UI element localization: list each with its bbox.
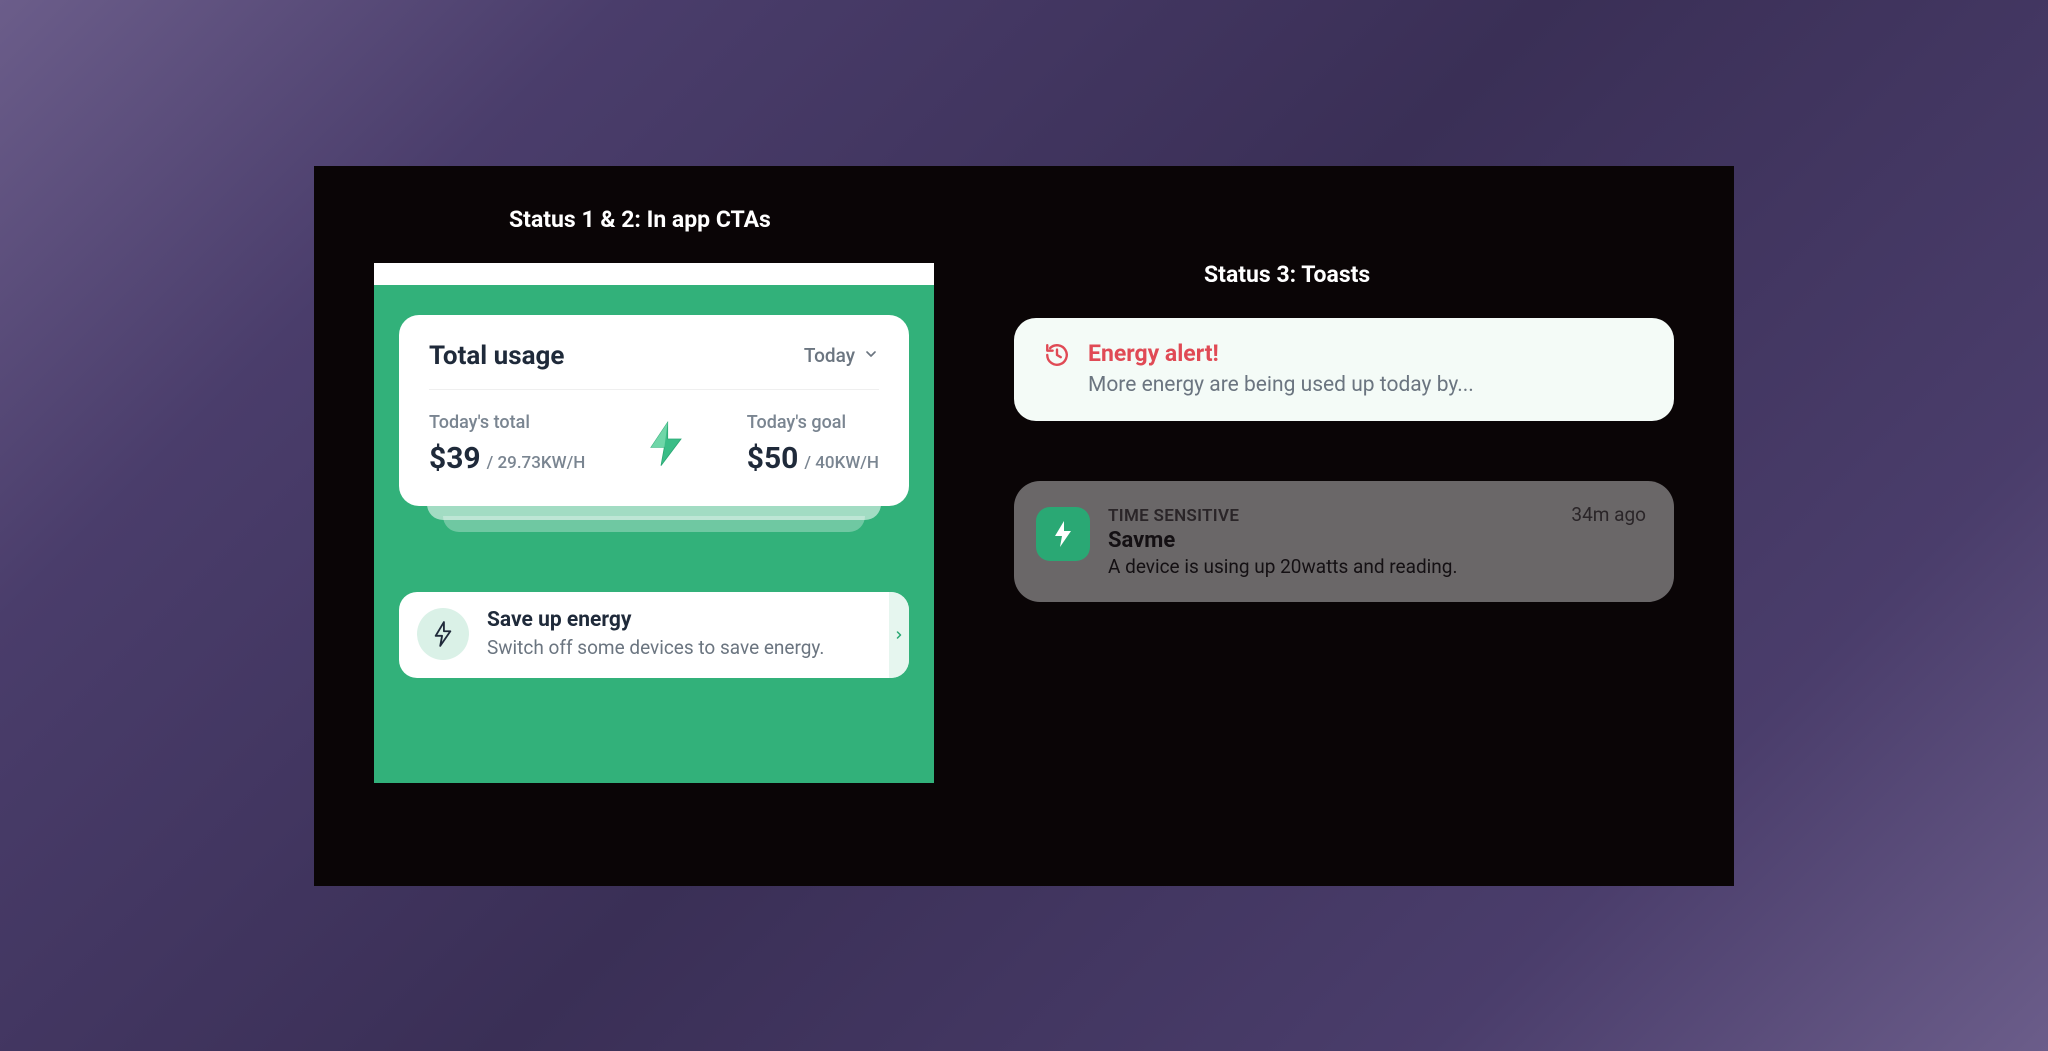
bolt-icon: [646, 420, 686, 468]
today-total-metric: Today's total $39 / 29.73KW/H: [429, 412, 585, 476]
usage-card-title: Total usage: [429, 341, 564, 371]
notification-time: 34m ago: [1571, 503, 1646, 526]
today-total-amount: $39: [429, 441, 481, 476]
energy-alert-toast[interactable]: Energy alert! More energy are being used…: [1014, 318, 1674, 421]
section-title-left: Status 1 & 2: In app CTAs: [374, 206, 954, 233]
period-selector-label: Today: [804, 344, 855, 367]
left-column: Status 1 & 2: In app CTAs Total usage To…: [374, 206, 954, 846]
alert-body: More energy are being used up today by..…: [1088, 373, 1474, 397]
usage-card-body: Today's total $39 / 29.73KW/H Toda: [429, 412, 879, 476]
alert-title: Energy alert!: [1088, 340, 1474, 367]
app-icon: [1036, 507, 1090, 561]
history-alert-icon: [1044, 342, 1070, 397]
notification-message: A device is using up 20watts and reading…: [1108, 555, 1646, 578]
save-energy-title: Save up energy: [487, 608, 891, 632]
notification-app-name: Savme: [1108, 528, 1646, 553]
today-total-label: Today's total: [429, 412, 585, 433]
time-sensitive-tag: TIME SENSITIVE: [1108, 506, 1239, 526]
today-goal-metric: Today's goal $50 / 40KW/H: [747, 412, 879, 476]
app-card: Total usage Today Today's total $39 / 29…: [374, 263, 934, 783]
save-energy-subtitle: Switch off some devices to save energy.: [487, 636, 891, 659]
bolt-icon: [417, 608, 469, 660]
usage-card-header: Total usage Today: [429, 341, 879, 390]
right-column: Status 3: Toasts Energy alert! More ener…: [1014, 206, 1674, 846]
period-selector[interactable]: Today: [804, 344, 879, 367]
system-notification-toast[interactable]: TIME SENSITIVE 34m ago Savme A device is…: [1014, 481, 1674, 602]
chevron-down-icon: [863, 344, 879, 367]
total-usage-card: Total usage Today Today's total $39 / 29…: [399, 315, 909, 506]
chevron-right-icon: [889, 592, 909, 678]
save-energy-cta[interactable]: Save up energy Switch off some devices t…: [399, 592, 909, 678]
today-goal-label: Today's goal: [747, 412, 879, 433]
card-stack-shadow: [419, 506, 889, 536]
today-total-unit: / 29.73KW/H: [487, 453, 586, 473]
today-goal-amount: $50: [747, 441, 799, 476]
today-goal-unit: / 40KW/H: [804, 453, 879, 473]
section-title-right: Status 3: Toasts: [1014, 261, 1674, 288]
design-canvas: Status 1 & 2: In app CTAs Total usage To…: [314, 166, 1734, 886]
